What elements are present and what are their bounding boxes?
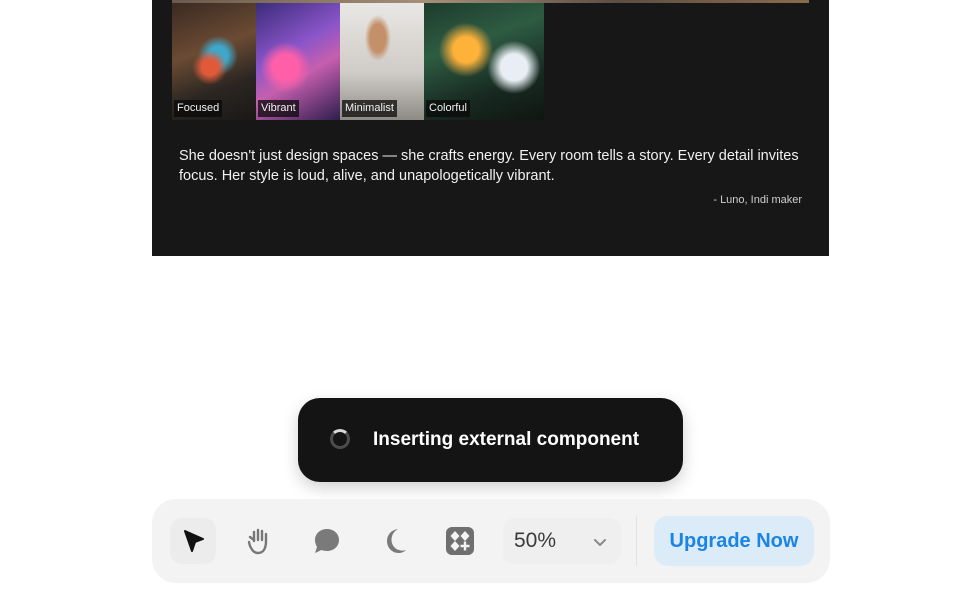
thumbnail-focused[interactable]: Focused [172,3,256,120]
components-tool-button[interactable] [437,518,483,564]
comment-tool-button[interactable] [304,518,350,564]
design-card: Focused Vibrant Minimalist Colorful She … [152,0,829,256]
thumbnail-label: Minimalist [342,100,397,117]
components-grid-icon [446,527,474,555]
moon-icon [387,529,406,553]
thumbnail-vibrant[interactable]: Vibrant [256,3,340,120]
toast-message: Inserting external component [373,429,640,450]
testimonial-quote: She doesn't just design spaces — she cra… [179,148,799,184]
zoom-value: 50% [514,529,557,552]
thumbnail-colorful[interactable]: Colorful [424,3,544,120]
select-tool-button[interactable] [170,518,216,564]
loading-spinner-icon [330,429,350,449]
hand-tool-button[interactable] [236,518,282,564]
thumbnail-label: Vibrant [258,100,299,117]
hand-icon [247,528,268,555]
theme-tool-button[interactable] [371,518,417,564]
speech-bubble-icon [315,529,339,553]
chevron-down-icon[interactable] [590,532,610,552]
thumbnail-minimalist[interactable]: Minimalist [340,3,424,120]
cursor-arrow-icon [184,530,204,552]
testimonial-attribution: - Luno, Indi maker [713,194,802,206]
thumbnail-label: Focused [174,100,223,117]
thumbnail-label: Colorful [426,100,470,117]
upgrade-now-button[interactable]: Upgrade Now [654,516,814,566]
mood-thumbnails: Focused Vibrant Minimalist Colorful [172,3,544,120]
toolbar-divider [636,516,637,566]
